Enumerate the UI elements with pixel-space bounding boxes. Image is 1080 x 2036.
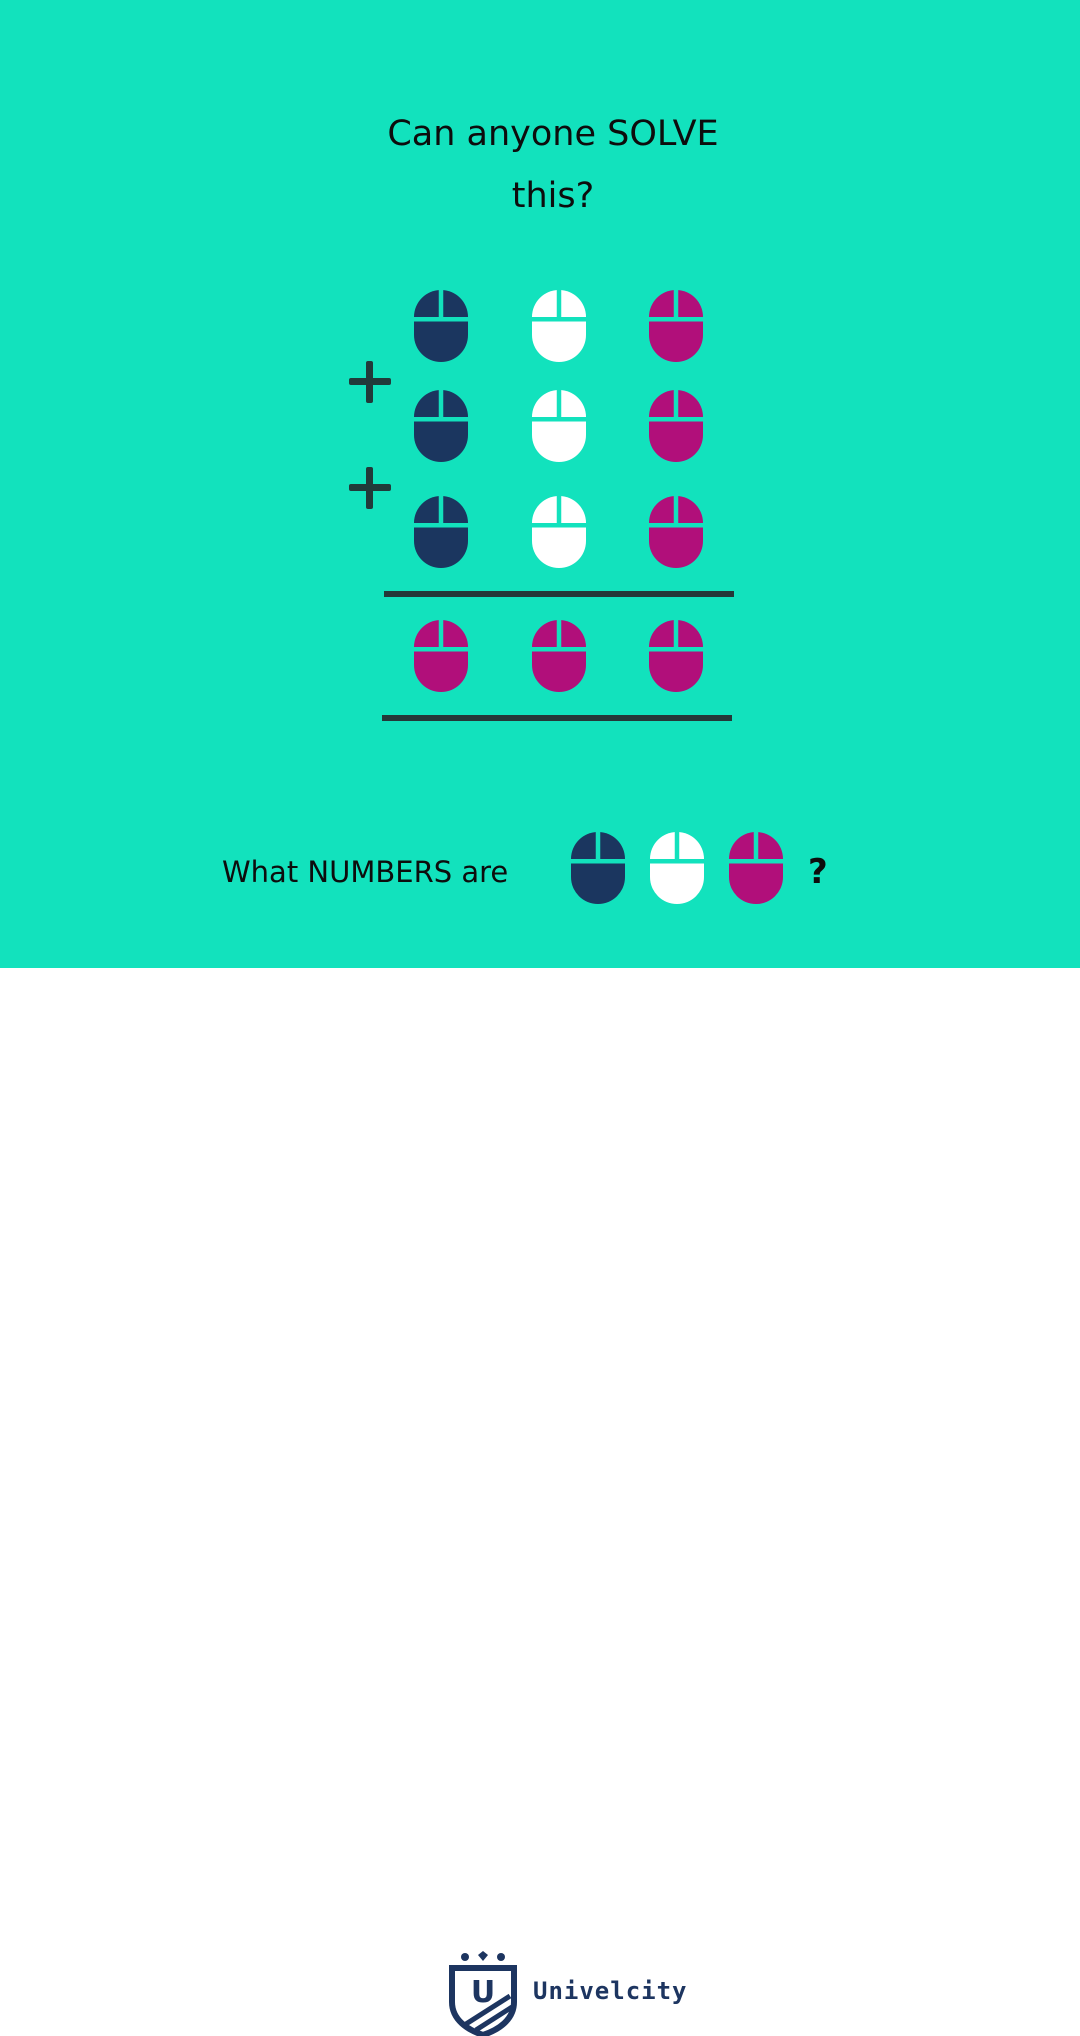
mouse-icon [649,496,703,568]
mouse-icon [571,832,625,904]
mouse-icon [532,496,586,568]
mouse-icon [649,390,703,462]
mouse-icon [414,620,468,692]
mouse-icon [649,290,703,362]
mouse-icon [532,620,586,692]
result-underline [382,715,732,721]
brand-name: Univelcity [533,1977,688,2005]
title-line-1: Can anyone SOLVE [387,114,719,154]
plus-icon [349,467,391,509]
footer: U Univelcity [0,968,1080,2036]
mouse-icon [414,290,468,362]
mouse-icon [649,620,703,692]
puzzle-poster: Can anyone SOLVE this? What NUMBERS are … [0,0,1080,968]
mouse-icon [650,832,704,904]
mouse-icon [729,832,783,904]
question-mark: ? [808,852,828,892]
svg-text:U: U [471,1975,495,2010]
mouse-icon [414,390,468,462]
page-title: Can anyone SOLVE this? [0,110,1080,220]
mouse-icon [532,390,586,462]
mouse-icon [532,290,586,362]
question-text: What NUMBERS are [222,855,509,889]
title-line-2: this? [511,176,595,216]
plus-icon [349,361,391,403]
shield-crown-icon: U [449,1951,517,2036]
mouse-icon [414,496,468,568]
sum-divider-line [384,591,734,597]
